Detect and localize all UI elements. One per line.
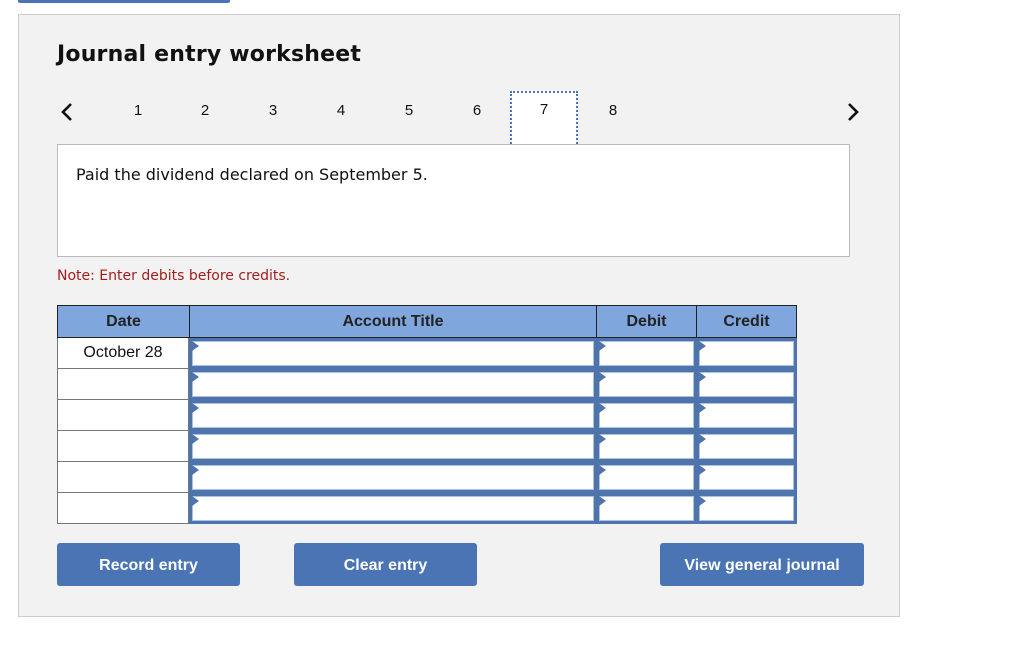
step-tab-3[interactable]: 3: [239, 93, 307, 129]
column-header-date: Date: [57, 305, 190, 338]
date-cell: [57, 493, 189, 524]
credit-input[interactable]: [699, 403, 794, 428]
dropdown-marker-icon: [599, 434, 606, 444]
next-step-button[interactable]: [843, 101, 863, 123]
dropdown-marker-icon: [192, 496, 199, 506]
journal-worksheet-panel: Journal entry worksheet 12345678 Paid th…: [18, 14, 900, 617]
column-header-credit: Credit: [696, 305, 797, 338]
account-title-input[interactable]: [192, 372, 594, 397]
dropdown-marker-icon: [699, 465, 706, 475]
dropdown-marker-icon: [192, 403, 199, 413]
credit-input-cell: [696, 369, 797, 400]
table-row: [57, 493, 797, 524]
date-cell: [57, 431, 189, 462]
entry-note: Note: Enter debits before credits.: [57, 268, 291, 284]
account-title-input[interactable]: [192, 341, 594, 366]
credit-input-cell: [696, 338, 797, 369]
debit-input-cell: [596, 431, 697, 462]
debit-input-cell: [596, 369, 697, 400]
dropdown-marker-icon: [599, 496, 606, 506]
dropdown-marker-icon: [599, 341, 606, 351]
debit-input[interactable]: [599, 372, 694, 397]
debit-input-cell: [596, 493, 697, 524]
dropdown-marker-icon: [192, 465, 199, 475]
account-title-input-cell: [189, 493, 597, 524]
credit-input-cell: [696, 493, 797, 524]
credit-input-cell: [696, 462, 797, 493]
date-cell: [57, 462, 189, 493]
chevron-right-icon: [848, 103, 859, 121]
credit-input[interactable]: [699, 341, 794, 366]
date-cell: [57, 369, 189, 400]
top-accent-bar: [18, 0, 230, 3]
step-tab-8[interactable]: 8: [579, 93, 647, 129]
credit-input-cell: [696, 431, 797, 462]
step-tab-5[interactable]: 5: [375, 93, 443, 129]
account-title-input-cell: [189, 462, 597, 493]
clear-entry-button[interactable]: Clear entry: [294, 543, 477, 586]
dropdown-marker-icon: [699, 341, 706, 351]
column-header-account-title: Account Title: [189, 305, 597, 338]
account-title-input-cell: [189, 400, 597, 431]
record-entry-button[interactable]: Record entry: [57, 543, 240, 586]
prev-step-button[interactable]: [57, 101, 77, 123]
account-title-input-cell: [189, 431, 597, 462]
dropdown-marker-icon: [599, 372, 606, 382]
step-tab-1[interactable]: 1: [104, 93, 172, 129]
table-row: [57, 462, 797, 493]
view-general-journal-button[interactable]: View general journal: [660, 543, 864, 586]
credit-input[interactable]: [699, 372, 794, 397]
dropdown-marker-icon: [192, 341, 199, 351]
table-row: October 28: [57, 338, 797, 369]
credit-input[interactable]: [699, 496, 794, 521]
account-title-input-cell: [189, 338, 597, 369]
account-title-input[interactable]: [192, 465, 594, 490]
debit-input[interactable]: [599, 341, 694, 366]
dropdown-marker-icon: [192, 434, 199, 444]
dropdown-marker-icon: [699, 496, 706, 506]
dropdown-marker-icon: [599, 465, 606, 475]
column-header-debit: Debit: [596, 305, 697, 338]
step-tab-2[interactable]: 2: [171, 93, 239, 129]
step-tab-6[interactable]: 6: [443, 93, 511, 129]
debit-input[interactable]: [599, 496, 694, 521]
page-title: Journal entry worksheet: [57, 42, 362, 67]
table-row: [57, 431, 797, 462]
dropdown-marker-icon: [699, 372, 706, 382]
debit-input[interactable]: [599, 434, 694, 459]
dropdown-marker-icon: [699, 403, 706, 413]
account-title-input[interactable]: [192, 434, 594, 459]
credit-input[interactable]: [699, 434, 794, 459]
debit-input-cell: [596, 462, 697, 493]
account-title-input[interactable]: [192, 496, 594, 521]
debit-input[interactable]: [599, 465, 694, 490]
transaction-description: Paid the dividend declared on September …: [76, 165, 428, 184]
dropdown-marker-icon: [699, 434, 706, 444]
account-title-input-cell: [189, 369, 597, 400]
debit-input-cell: [596, 338, 697, 369]
account-title-input[interactable]: [192, 403, 594, 428]
credit-input-cell: [696, 400, 797, 431]
debit-input-cell: [596, 400, 697, 431]
credit-input[interactable]: [699, 465, 794, 490]
date-cell: [57, 400, 189, 431]
debit-input[interactable]: [599, 403, 694, 428]
date-cell: October 28: [57, 338, 189, 369]
dropdown-marker-icon: [599, 403, 606, 413]
table-row: [57, 369, 797, 400]
transaction-description-box: Paid the dividend declared on September …: [57, 144, 850, 257]
chevron-left-icon: [61, 103, 72, 121]
step-tab-4[interactable]: 4: [307, 93, 375, 129]
table-row: [57, 400, 797, 431]
step-navigation: 12345678: [19, 91, 901, 148]
step-tab-7[interactable]: 7: [510, 91, 578, 148]
dropdown-marker-icon: [192, 372, 199, 382]
